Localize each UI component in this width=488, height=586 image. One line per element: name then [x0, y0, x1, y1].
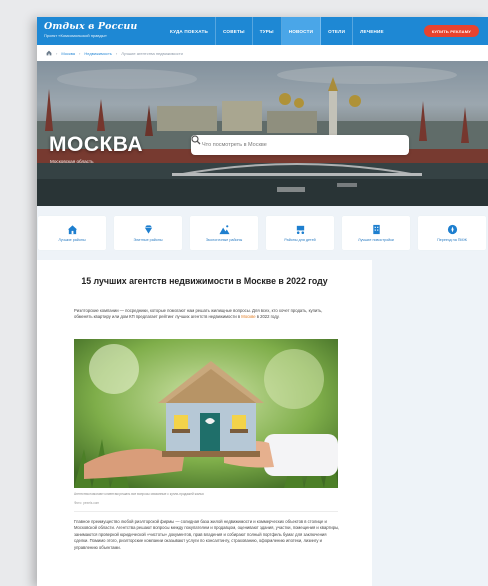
logo-subtitle: Проект «Комсомольской правды»: [44, 33, 107, 38]
search-input[interactable]: [202, 142, 382, 148]
search-box: [191, 135, 409, 155]
nav-item-hotels[interactable]: ОТЕЛИ: [321, 17, 354, 45]
nav-item-tours[interactable]: ТУРЫ: [253, 17, 282, 45]
region-label: Московская область: [50, 159, 94, 164]
category-links: Лучшие районы Элитные районы Экологичные…: [37, 216, 488, 250]
breadcrumb-separator: ›: [79, 50, 81, 56]
building-icon: [372, 224, 380, 235]
diamond-icon: [144, 225, 152, 234]
category-best-districts[interactable]: Лучшие районы: [38, 216, 106, 250]
nav-item-treatment[interactable]: ЛЕЧЕНИЕ: [353, 17, 391, 45]
article: 15 лучших агентств недвижимости в Москве…: [37, 260, 372, 586]
category-elite-districts[interactable]: Элитные районы: [114, 216, 182, 250]
article-intro: Риэлторские компании — посредники, котор…: [74, 308, 323, 320]
category-new-buildings[interactable]: Лучшие новостройки: [342, 216, 410, 250]
breadcrumb-item-current: Лучшие агентства недвижимости: [121, 50, 183, 56]
main-nav: КУДА ПОЕХАТЬ СОВЕТЫ ТУРЫ НОВОСТИ ОТЕЛИ Л…: [163, 17, 391, 45]
stroller-icon: [296, 225, 304, 234]
article-photo: [74, 339, 338, 488]
breadcrumb-separator: ›: [56, 50, 58, 56]
buy-ads-button[interactable]: КУПИТЬ РЕКЛАМУ: [423, 25, 479, 37]
article-title: 15 лучших агентств недвижимости в Москве…: [81, 276, 328, 286]
breadcrumb: › Москва › Недвижимость › Лучшие агентст…: [37, 45, 488, 61]
category-eco-districts[interactable]: Экологичные районы: [190, 216, 258, 250]
category-relocation[interactable]: Переезд на ПМЖ: [418, 216, 486, 250]
browser-page: Отдых в России Проект «Комсомольской пра…: [37, 17, 488, 586]
hero-banner: МОСКВА Московская область: [37, 61, 488, 206]
nav-item-tips[interactable]: СОВЕТЫ: [216, 17, 253, 45]
breadcrumb-separator: ›: [115, 50, 118, 56]
logo-title: Отдых в России: [44, 21, 138, 32]
nav-item-where-to-go[interactable]: КУДА ПОЕХАТЬ: [163, 17, 217, 45]
article-body: Главное преимущество любой риэлторской ф…: [74, 519, 340, 550]
site-header: Отдых в России Проект «Комсомольской пра…: [37, 17, 488, 45]
home-icon[interactable]: [46, 50, 52, 57]
mountain-icon: [218, 225, 230, 235]
city-title: МОСКВА: [49, 133, 144, 156]
breadcrumb-item-realty[interactable]: Недвижимость: [84, 51, 112, 56]
breadcrumb-item-moscow[interactable]: Москва: [61, 51, 75, 56]
compass-icon: [447, 224, 457, 235]
nav-item-news[interactable]: НОВОСТИ: [281, 17, 322, 45]
site-logo[interactable]: Отдых в России Проект «Комсомольской пра…: [44, 21, 137, 38]
photo-source: Фото: pexels.com: [74, 501, 100, 505]
photo-caption: Агентства помогают клиентам решать все в…: [74, 492, 204, 496]
moscow-link[interactable]: Москве: [241, 314, 255, 319]
house-icon: [67, 225, 77, 235]
divider: [74, 511, 338, 512]
house-model-photo: [74, 339, 338, 488]
search-icon[interactable]: [191, 135, 201, 145]
category-kids-districts[interactable]: Районы для детей: [266, 216, 334, 250]
